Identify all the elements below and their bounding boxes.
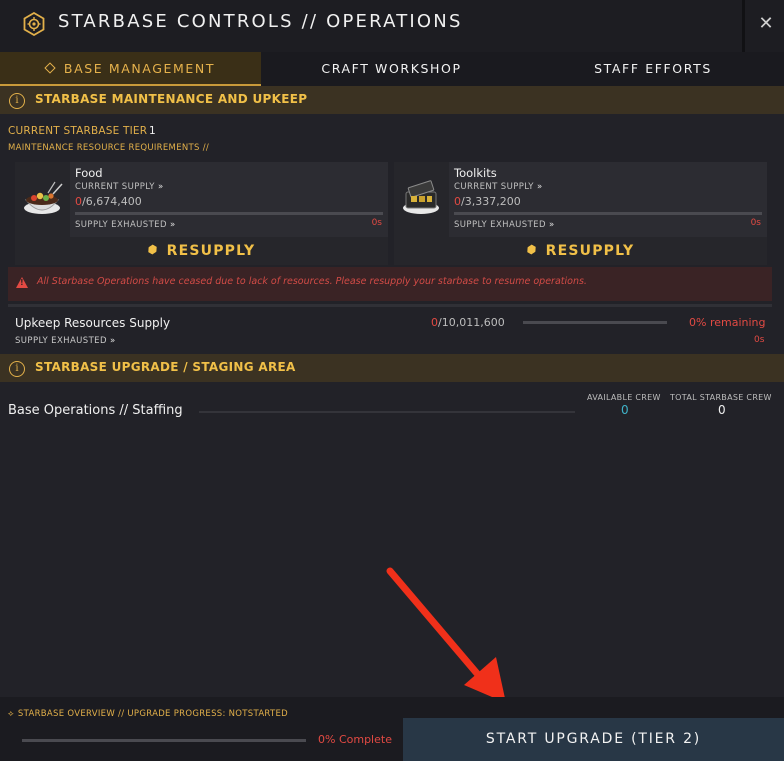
toolkit-case-icon: [403, 180, 439, 214]
tab-staff-efforts[interactable]: STAFF EFFORTS: [522, 52, 784, 86]
hexagon-icon: [146, 243, 158, 255]
total-crew-value: 0: [718, 403, 726, 417]
supply-time: 0s: [750, 218, 761, 228]
supply-progress-bar: [454, 212, 762, 215]
upgrade-progress-bar: [22, 739, 306, 742]
double-chevron-icon: »: [536, 182, 543, 192]
divider: [8, 304, 772, 307]
hexagon-icon: [525, 243, 537, 255]
info-icon[interactable]: i: [9, 93, 25, 109]
double-chevron-icon: »: [549, 220, 555, 230]
double-chevron-icon: »: [157, 182, 164, 192]
header-divider: [742, 0, 745, 52]
requirements-label: MAINTENANCE RESOURCE REQUIREMENTS //: [8, 143, 210, 153]
close-icon[interactable]: ✕: [752, 10, 780, 38]
start-upgrade-button[interactable]: START UPGRADE (TIER 2): [403, 718, 784, 761]
upkeep-time: 0s: [754, 335, 765, 345]
upgrade-progress-text: 0% Complete: [318, 733, 392, 746]
arrow-annotation-icon: [386, 567, 506, 703]
supply-time: 0s: [371, 218, 382, 228]
resource-card-toolkits: Toolkits CURRENT SUPPLY » 0/3,337,200 SU…: [394, 162, 767, 237]
staffing-label: Base Operations // Staffing: [8, 403, 183, 418]
tier-value: 1: [149, 125, 156, 137]
upkeep-progress-bar: [523, 321, 667, 324]
resource-name: Food: [75, 166, 103, 180]
total-crew-label: TOTAL STARBASE CREW: [670, 393, 772, 402]
upkeep-exhausted-link[interactable]: SUPPLY EXHAUSTED »: [15, 336, 116, 346]
starbase-logo-icon: [23, 12, 45, 36]
tab-craft-workshop[interactable]: CRAFT WORKSHOP: [261, 52, 522, 86]
resupply-food-button[interactable]: RESUPPLY: [15, 237, 388, 265]
current-supply-link[interactable]: CURRENT SUPPLY »: [75, 182, 164, 192]
window-title: STARBASE CONTROLS // OPERATIONS: [58, 11, 463, 32]
upkeep-value: 0/10,011,600: [431, 316, 505, 329]
supply-value: 0/3,337,200: [454, 195, 521, 208]
resource-alert: All Starbase Operations have ceased due …: [8, 267, 772, 301]
tab-base-management[interactable]: BASE MANAGEMENT: [0, 52, 261, 86]
info-icon[interactable]: i: [9, 361, 25, 377]
diamond-cluster-icon: ⟡: [8, 709, 14, 719]
resource-card-food: Food CURRENT SUPPLY » 0/6,674,400 SUPPLY…: [15, 162, 388, 237]
tab-bar: BASE MANAGEMENT CRAFT WORKSHOP STAFF EFF…: [0, 52, 784, 86]
resource-name: Toolkits: [454, 166, 497, 180]
upkeep-remaining: 0% remaining: [689, 316, 766, 329]
tier-label: CURRENT STARBASE TIER: [8, 125, 148, 137]
maintenance-section-header: i STARBASE MAINTENANCE AND UPKEEP: [0, 86, 784, 114]
supply-value: 0/6,674,400: [75, 195, 142, 208]
double-chevron-icon: »: [170, 220, 176, 230]
current-supply-link[interactable]: CURRENT SUPPLY »: [454, 182, 543, 192]
available-crew-label: AVAILABLE CREW: [587, 393, 661, 402]
supply-exhausted-link[interactable]: SUPPLY EXHAUSTED »: [75, 220, 176, 230]
upkeep-label: Upkeep Resources Supply: [15, 316, 171, 330]
resupply-toolkits-button[interactable]: RESUPPLY: [394, 237, 767, 265]
upgrade-overview-label: ⟡ STARBASE OVERVIEW // UPGRADE PROGRESS: …: [8, 709, 289, 719]
warning-icon: [16, 277, 28, 288]
food-pot-icon: [24, 181, 63, 214]
supply-exhausted-link[interactable]: SUPPLY EXHAUSTED »: [454, 220, 555, 230]
staffing-divider: [199, 411, 575, 413]
supply-progress-bar: [75, 212, 383, 215]
upgrade-section-header: i STARBASE UPGRADE / STAGING AREA: [0, 354, 784, 382]
double-chevron-icon: »: [110, 336, 116, 346]
available-crew-value: 0: [621, 403, 629, 417]
diamond-icon: [44, 62, 56, 74]
